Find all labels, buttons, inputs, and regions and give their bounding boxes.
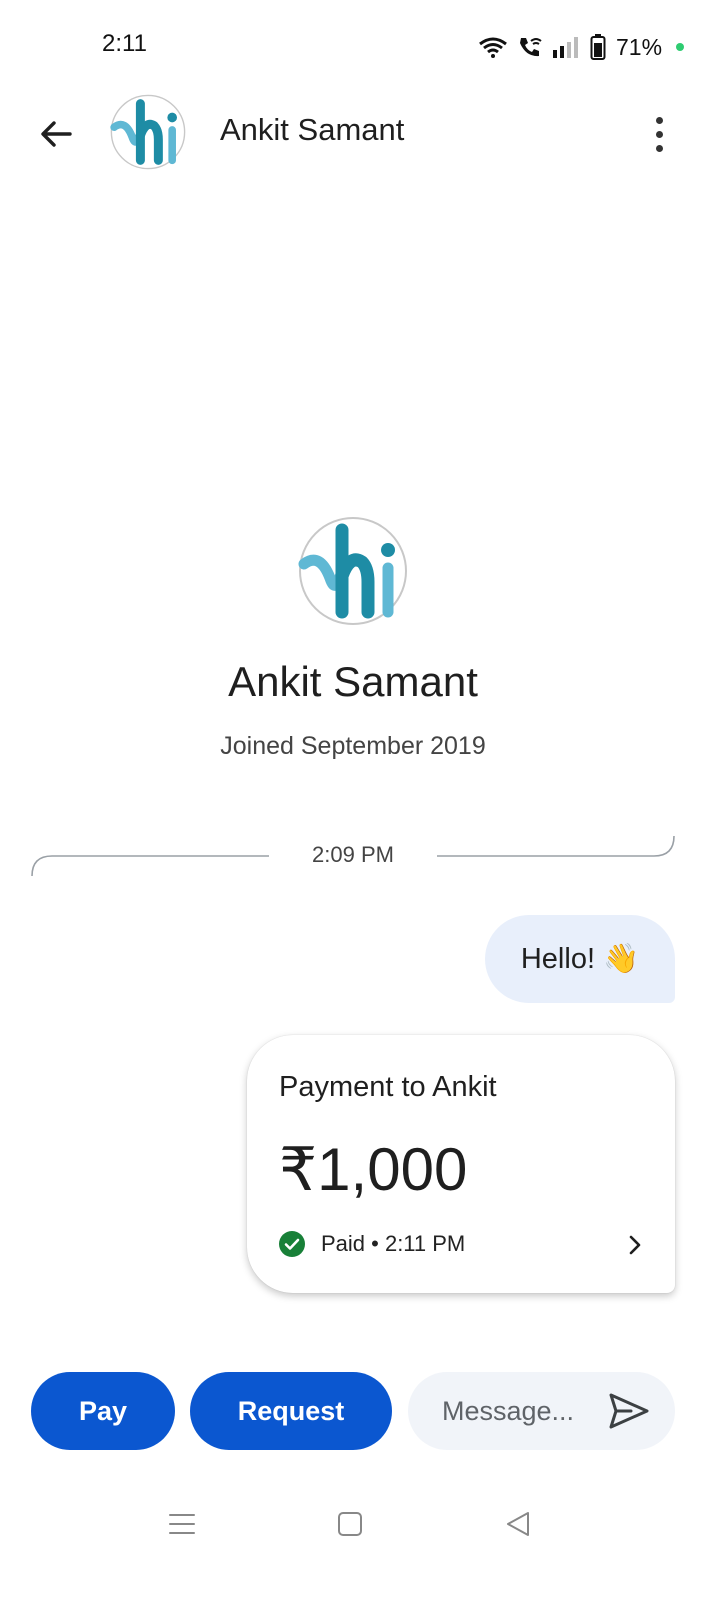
signal-icon [553,37,578,58]
payment-amount: ₹1,000 [279,1136,468,1203]
chevron-right-icon[interactable] [627,1233,643,1257]
more-options-button[interactable] [634,106,684,162]
payment-card[interactable]: Payment to Ankit ₹1,000 Paid • 2:11 PM [247,1035,675,1293]
battery-icon [590,34,606,60]
message-input[interactable] [440,1394,594,1428]
arrow-back-icon [41,121,72,147]
more-vert-icon [655,116,663,124]
home-icon[interactable] [338,1512,362,1536]
send-icon[interactable] [607,1391,651,1431]
back-button[interactable] [28,106,84,162]
divider-line-left [31,855,269,877]
recent-apps-icon[interactable] [168,1510,196,1538]
check-circle-icon [279,1231,305,1257]
status-time: 2:11 [102,30,147,57]
chat-time-divider: 2:09 PM [312,842,394,867]
payment-status-row: Paid • 2:11 PM [279,1231,465,1257]
message-text: Hello! [520,942,596,975]
payment-title: Payment to Ankit [279,1071,497,1103]
header-title: Ankit Samant [220,112,405,147]
request-button[interactable]: Request [190,1372,392,1450]
message-input-container [408,1372,675,1450]
battery-percent: 71% [616,33,663,60]
profile-avatar [298,517,407,625]
status-icons: 71% [478,32,685,62]
message-bubble[interactable]: Hello! 👋 [485,915,675,1003]
wifi-calling-icon [520,38,542,57]
profile-joined-date: Joined September 2019 [220,732,486,760]
pay-button[interactable]: Pay [31,1372,175,1450]
contact-avatar[interactable] [110,94,186,170]
payment-status-text: Paid • 2:11 PM [321,1231,466,1256]
privacy-indicator-dot [676,43,685,51]
nav-back-icon[interactable] [504,1510,532,1538]
profile-name: Ankit Samant [228,658,478,705]
waving-hand-emoji: 👋 [603,943,640,975]
wifi-icon [479,37,507,58]
divider-line-right [437,835,675,857]
